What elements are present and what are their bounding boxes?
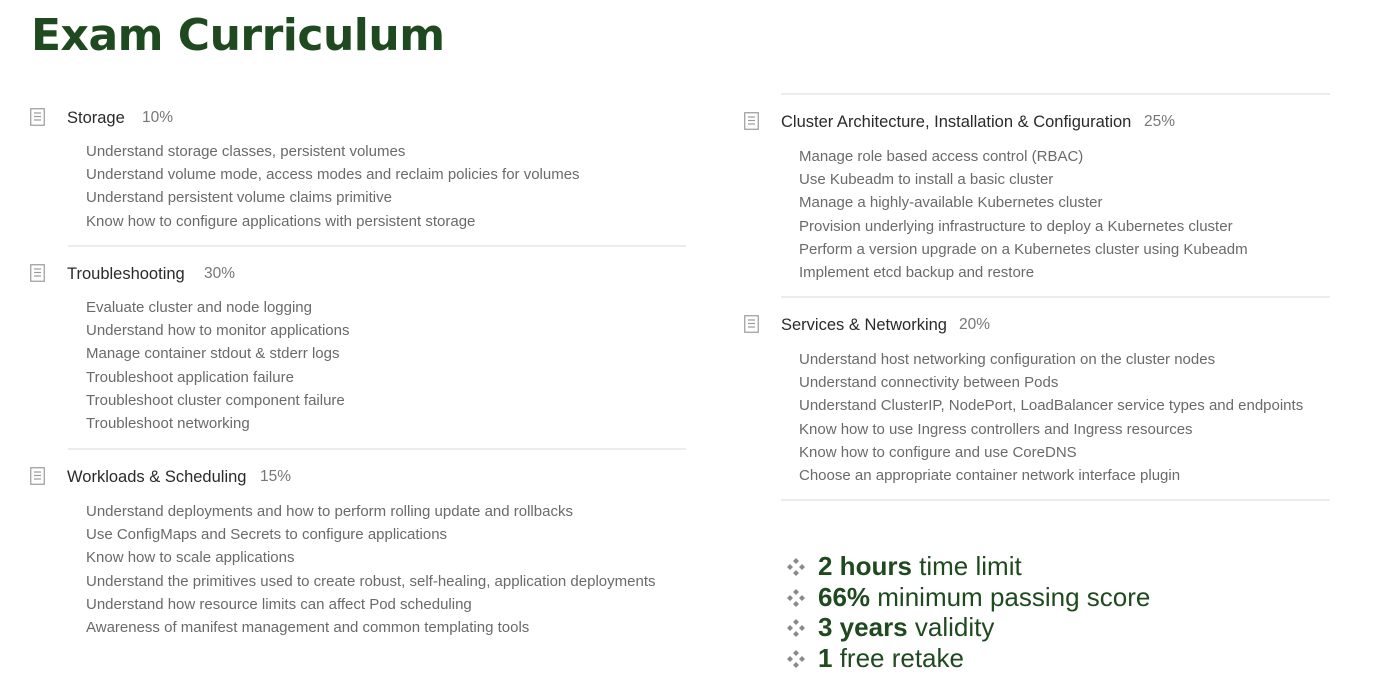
divider bbox=[781, 499, 1330, 501]
fact-validity: 3 years validity bbox=[786, 612, 1150, 643]
fact-time-limit: 2 hours time limit bbox=[786, 551, 1150, 582]
divider bbox=[781, 93, 1330, 95]
topic-item: Perform a version upgrade on a Kubernete… bbox=[799, 240, 1248, 258]
fact-label: validity bbox=[907, 612, 995, 643]
fact-value: 66% bbox=[818, 581, 871, 612]
document-icon bbox=[744, 112, 759, 130]
topic-item: Provision underlying infrastructure to d… bbox=[799, 217, 1233, 235]
four-diamond-bullet-icon bbox=[787, 558, 805, 576]
fact-value: 2 hours bbox=[818, 551, 912, 581]
fact-value: 1 bbox=[818, 642, 833, 673]
topic-item: Know how to scale applications bbox=[86, 549, 295, 567]
section-title: Cluster Architecture, Installation & Con… bbox=[781, 113, 1132, 131]
fact-value: 3 years bbox=[818, 612, 908, 643]
topic-list: Manage role based access control (RBAC) … bbox=[799, 145, 1248, 284]
topic-item: Use ConfigMaps and Secrets to configure … bbox=[86, 526, 448, 544]
topic-item: Understand deployments and how to perfor… bbox=[86, 503, 573, 520]
topic-item: Choose an appropriate container network … bbox=[799, 466, 1181, 484]
divider bbox=[781, 296, 1330, 298]
section-weight: 15% bbox=[260, 468, 292, 485]
topic-item: Manage role based access control (RBAC) bbox=[799, 148, 1084, 165]
topic-item: Troubleshoot application failure bbox=[86, 368, 294, 386]
topic-item: Understand how to monitor applications bbox=[86, 322, 350, 340]
divider bbox=[68, 245, 686, 247]
section-title: Services & Networking bbox=[781, 316, 947, 334]
section-weight: 30% bbox=[204, 265, 236, 282]
topic-item: Know how to use Ingress controllers and … bbox=[799, 420, 1193, 438]
topic-item: Know how to configure and use CoreDNS bbox=[799, 443, 1077, 461]
divider bbox=[68, 448, 686, 450]
section-weight: 20% bbox=[959, 316, 991, 333]
topic-item: Understand host networking configuration… bbox=[799, 351, 1216, 368]
section-title: Troubleshooting bbox=[67, 265, 185, 283]
topic-item: Implement etcd backup and restore bbox=[799, 263, 1035, 281]
section-title: Storage bbox=[67, 109, 125, 127]
topic-item: Understand storage classes, persistent v… bbox=[86, 143, 406, 160]
topic-item: Manage container stdout & stderr logs bbox=[86, 345, 340, 363]
four-diamond-bullet-icon bbox=[787, 588, 805, 607]
page-title: Exam Curriculum bbox=[31, 10, 445, 61]
topic-item: Understand ClusterIP, NodePort, LoadBala… bbox=[799, 397, 1304, 415]
topic-item: Understand the primitives used to create… bbox=[86, 572, 656, 590]
four-diamond-bullet-icon bbox=[787, 619, 805, 638]
topic-list: Evaluate cluster and node logging Unders… bbox=[86, 296, 349, 435]
section-weight: 25% bbox=[1144, 113, 1176, 130]
topic-item: Evaluate cluster and node logging bbox=[86, 299, 312, 316]
exam-facts-list: 2 hours time limit 66% minimum passing s… bbox=[786, 551, 1150, 673]
fact-label: free retake bbox=[832, 642, 964, 673]
fact-label: minimum passing score bbox=[870, 581, 1151, 612]
document-icon bbox=[744, 315, 759, 333]
document-icon bbox=[30, 467, 45, 485]
topic-item: Understand how resource limits can affec… bbox=[86, 595, 472, 613]
section-title: Workloads & Scheduling bbox=[67, 468, 247, 486]
topic-item: Understand persistent volume claims prim… bbox=[86, 189, 392, 207]
topic-item: Awareness of manifest management and com… bbox=[86, 618, 530, 636]
four-diamond-bullet-icon bbox=[787, 649, 805, 668]
document-icon bbox=[30, 264, 45, 282]
topic-item: Understand connectivity between Pods bbox=[799, 374, 1059, 392]
section-weight: 10% bbox=[142, 109, 174, 126]
fact-passing-score: 66% minimum passing score bbox=[786, 582, 1150, 613]
topic-list: Understand storage classes, persistent v… bbox=[86, 140, 580, 233]
topic-item: Troubleshoot networking bbox=[86, 414, 250, 432]
topic-list: Understand deployments and how to perfor… bbox=[86, 500, 655, 639]
fact-free-retake: 1 free retake bbox=[786, 643, 1150, 674]
topic-item: Know how to configure applications with … bbox=[86, 212, 476, 230]
topic-item: Use Kubeadm to install a basic cluster bbox=[799, 171, 1054, 189]
topic-item: Manage a highly-available Kubernetes clu… bbox=[799, 194, 1103, 212]
document-icon bbox=[30, 108, 45, 126]
fact-label: time limit bbox=[911, 551, 1022, 581]
topic-item: Troubleshoot cluster component failure bbox=[86, 391, 345, 409]
topic-item: Understand volume mode, access modes and… bbox=[86, 166, 580, 184]
topic-list: Understand host networking configuration… bbox=[799, 348, 1303, 487]
